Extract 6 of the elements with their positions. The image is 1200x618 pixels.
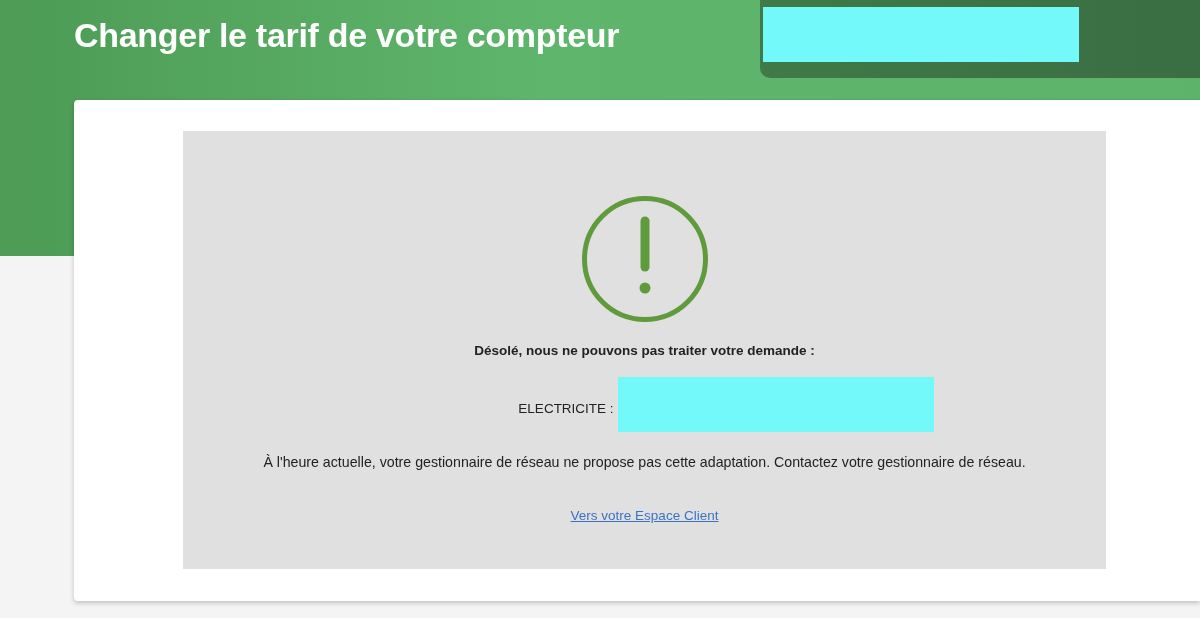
notice-message: À l'heure actuelle, votre gestionnaire de réseau ne propose pas cette adaptation. Contactez votre gestionnaire de réseau. xyxy=(263,453,1026,471)
warning-icon xyxy=(581,196,708,322)
page-title: Changer le tarif de votre compteur xyxy=(74,15,620,56)
client-area-link[interactable]: Vers votre Espace Client xyxy=(570,507,719,525)
notice-heading: Désolé, nous ne pouvons pas traiter votre demande : xyxy=(474,342,815,360)
meter-label: ELECTRICITE : xyxy=(518,399,614,416)
